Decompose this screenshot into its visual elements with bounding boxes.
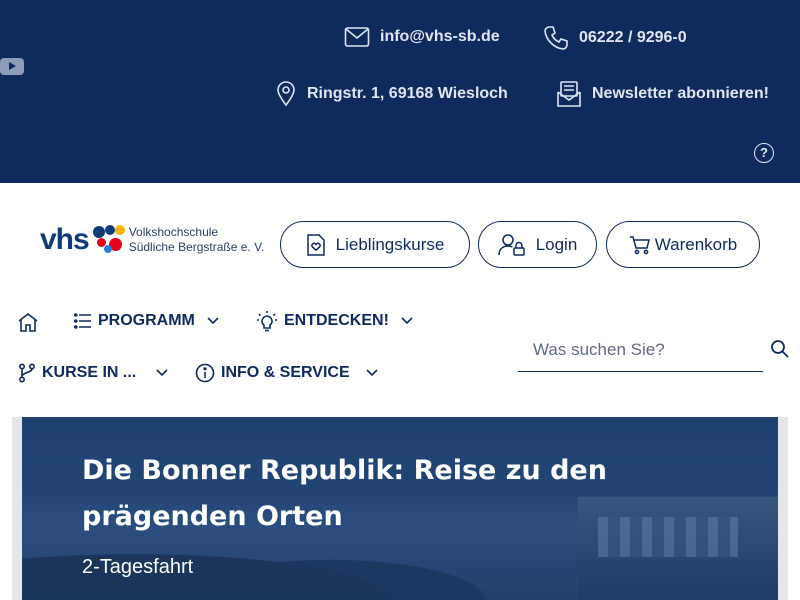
logo-text: Volkshochschule Südliche Bergstraße e. V… xyxy=(129,225,265,255)
phone-icon xyxy=(544,26,568,50)
youtube-icon[interactable] xyxy=(0,58,24,75)
nav-programm[interactable]: PROGRAMM xyxy=(74,312,219,330)
search-field xyxy=(518,330,763,372)
info-icon xyxy=(195,363,215,383)
hero-title: Die Bonner Republik: Reise zu den prägen… xyxy=(82,455,607,532)
nav-kurse-label: KURSE IN ... xyxy=(42,364,137,381)
chevron-down-icon xyxy=(401,317,413,325)
login-button[interactable]: Login xyxy=(478,221,597,268)
logo-line-2: Südliche Bergstraße e. V. xyxy=(128,240,265,254)
address-text: Ringstr. 1, 69168 Wiesloch xyxy=(307,85,508,102)
newsletter-icon xyxy=(557,81,581,107)
search-icon xyxy=(771,340,789,358)
heart-document-icon xyxy=(306,233,325,256)
home-icon xyxy=(18,312,38,332)
map-pin-icon xyxy=(277,81,295,107)
chevron-down-icon xyxy=(207,317,219,325)
lightbulb-icon xyxy=(257,311,277,332)
nav-programm-label: PROGRAMM xyxy=(98,312,195,329)
newsletter-link[interactable]: Newsletter abonnieren! xyxy=(556,80,769,108)
phone-link[interactable]: 06222 / 9296-0 xyxy=(543,25,687,51)
list-icon xyxy=(74,313,91,329)
nav-kurse[interactable]: KURSE IN ... xyxy=(18,363,168,383)
help-icon[interactable]: ? xyxy=(754,143,774,163)
hero-subtitle: 2-Tagesfahrt xyxy=(82,556,194,578)
email-text: info@vhs-sb.de xyxy=(380,28,500,45)
login-label: Login xyxy=(535,234,578,254)
favorites-button[interactable]: Lieblingskurse xyxy=(280,221,470,268)
nav-entdecken[interactable]: ENTDECKEN! xyxy=(256,310,413,332)
logo-line-1: Volkshochschule xyxy=(128,225,219,239)
search-input[interactable] xyxy=(518,330,763,370)
nav-entdecken-label: ENTDECKEN! xyxy=(284,312,389,329)
newsletter-text: Newsletter abonnieren! xyxy=(592,85,769,102)
chevron-down-icon xyxy=(156,369,168,377)
phone-text: 06222 / 9296-0 xyxy=(579,29,687,46)
envelope-icon xyxy=(344,27,370,47)
address-link[interactable]: Ringstr. 1, 69168 Wiesloch xyxy=(275,81,508,107)
cart-icon xyxy=(629,235,650,254)
nav-info-service[interactable]: INFO & SERVICE xyxy=(195,363,378,383)
chevron-down-icon xyxy=(366,369,378,377)
logo-dots-icon xyxy=(91,222,125,258)
user-lock-icon xyxy=(497,233,525,256)
cart-label: Warenkorb xyxy=(654,234,738,254)
branch-icon xyxy=(18,363,36,383)
logo[interactable]: vhs Volkshochschule Südliche Bergstraße … xyxy=(40,222,264,258)
cart-button[interactable]: Warenkorb xyxy=(606,221,760,268)
favorites-label: Lieblingskurse xyxy=(335,234,445,254)
nav-info-service-label: INFO & SERVICE xyxy=(221,364,350,381)
search-button[interactable] xyxy=(770,339,790,364)
nav-home[interactable] xyxy=(17,312,39,332)
logo-mark: vhs xyxy=(40,223,90,256)
top-bar: info@vhs-sb.de 06222 / 9296-0 Ringstr. 1… xyxy=(0,0,800,183)
email-link[interactable]: info@vhs-sb.de xyxy=(344,26,500,48)
